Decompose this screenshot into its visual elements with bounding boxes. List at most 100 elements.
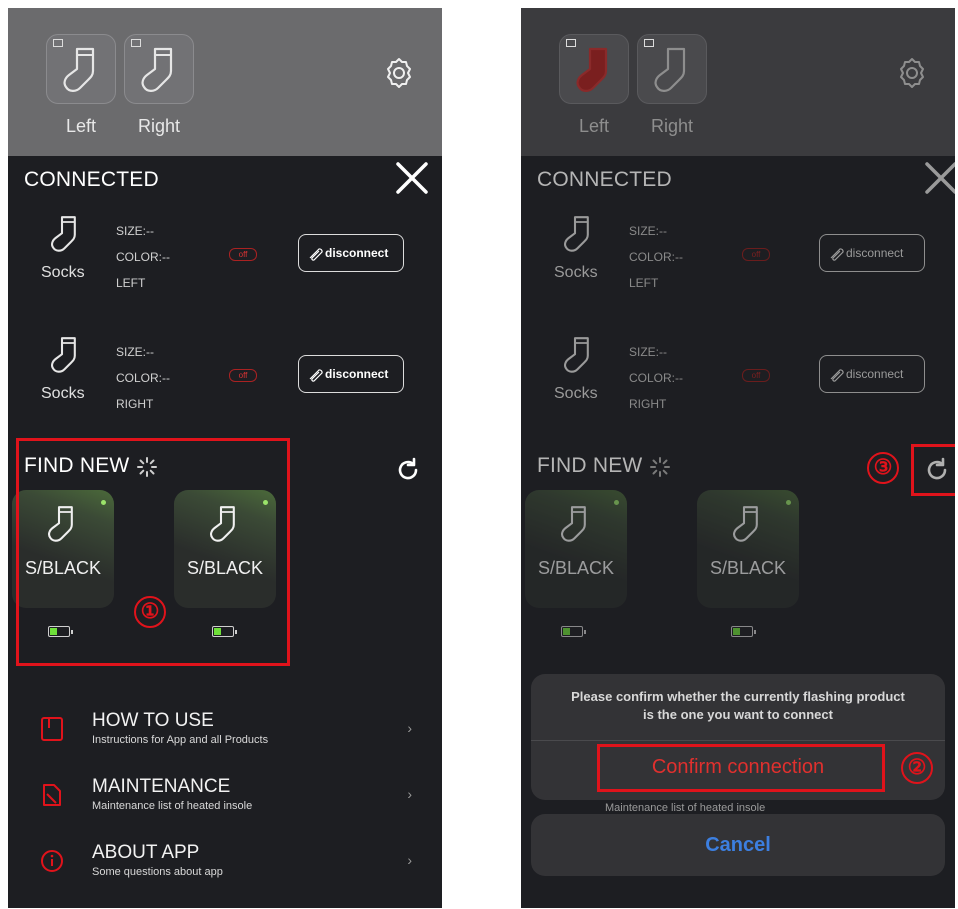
connected-device-row: Socks SIZE:-- COLOR:-- RIGHT off disconn… [8, 335, 442, 435]
menu-subtitle: Some questions about app [92, 866, 223, 878]
annotation-step-2: ② [901, 752, 933, 784]
disconnect-label: disconnect [325, 367, 389, 381]
menu-title: ABOUT APP [92, 842, 200, 863]
sock-icon [564, 337, 589, 373]
disconnect-button[interactable]: disconnect [819, 355, 925, 393]
book-icon [41, 717, 63, 741]
info-icon [41, 850, 63, 872]
device-label-left: Left [578, 116, 610, 136]
device-tile-left[interactable] [559, 34, 629, 104]
sock-icon [141, 47, 173, 92]
menu-subtitle: Maintenance list of heated insole [92, 800, 253, 812]
sock-icon [576, 47, 608, 92]
wrench-icon [43, 784, 61, 806]
divider [531, 740, 945, 741]
device-bar: Left Right [8, 8, 442, 156]
menu-subtitle: Instructions for App and all Products [92, 734, 269, 746]
side-value: RIGHT [629, 397, 667, 411]
disconnect-label: disconnect [846, 367, 904, 381]
device-tile-right[interactable] [637, 34, 707, 104]
sock-icon [51, 216, 76, 252]
device-type-label: Socks [554, 385, 598, 402]
battery-icon [731, 626, 756, 637]
menu-item-about-app[interactable]: ABOUT APP Some questions about app › [8, 842, 442, 902]
disconnect-label: disconnect [325, 246, 389, 260]
found-product-card[interactable]: S/BLACK [697, 490, 799, 608]
product-name: S/BLACK [709, 558, 787, 578]
device-bar: Left Right [521, 8, 955, 156]
size-value: SIZE:-- [629, 345, 667, 359]
color-value: COLOR:-- [629, 371, 683, 385]
dialog-message-line-1: Please confirm whether the currently fla… [571, 689, 905, 704]
close-icon[interactable] [392, 158, 432, 198]
side-value: LEFT [116, 276, 146, 290]
connected-device-row: Socks SIZE:-- COLOR:-- LEFT off disconne… [8, 214, 442, 314]
cancel-button[interactable]: Cancel [531, 814, 945, 876]
battery-level [563, 628, 570, 635]
device-tile-left[interactable] [46, 34, 116, 104]
color-value: COLOR:-- [629, 250, 683, 264]
menu-title: HOW TO USE [92, 710, 214, 731]
chevron-right-icon: › [407, 852, 412, 868]
menu-item-maintenance[interactable]: MAINTENANCE Maintenance list of heated i… [8, 776, 442, 836]
color-value: COLOR:-- [116, 250, 170, 264]
device-type-label: Socks [41, 385, 85, 402]
annotation-box-find-new [16, 438, 290, 666]
menu-item-how-to-use[interactable]: HOW TO USE Instructions for App and all … [8, 710, 442, 770]
off-toggle[interactable]: off [229, 248, 257, 261]
off-toggle[interactable]: off [229, 369, 257, 382]
connected-title: CONNECTED [537, 168, 672, 191]
size-value: SIZE:-- [629, 224, 667, 238]
sock-icon [63, 47, 95, 92]
find-new-title: FIND NEW [537, 454, 643, 477]
off-toggle[interactable]: off [742, 369, 770, 382]
disconnect-button[interactable]: disconnect [819, 234, 925, 272]
device-type-label: Socks [41, 264, 85, 281]
chevron-right-icon: › [407, 786, 412, 802]
refresh-icon[interactable] [394, 456, 422, 484]
status-dot [786, 500, 791, 505]
menu-title: MAINTENANCE [92, 776, 231, 797]
device-label-left: Left [65, 116, 97, 136]
gear-icon[interactable] [382, 56, 416, 90]
disconnect-button[interactable]: disconnect [298, 355, 404, 393]
device-label-right: Right [650, 116, 694, 136]
annotation-box-confirm [597, 744, 885, 792]
link-icon [830, 248, 844, 261]
dialog-message-line-2: is the one you want to connect [643, 707, 833, 722]
device-type-label: Socks [554, 264, 598, 281]
sock-icon [564, 216, 589, 252]
link-icon [830, 369, 844, 382]
color-value: COLOR:-- [116, 371, 170, 385]
side-value: RIGHT [116, 397, 154, 411]
disconnect-button[interactable]: disconnect [298, 234, 404, 272]
disconnect-label: disconnect [846, 246, 904, 260]
annotation-step-1: ① [134, 596, 166, 628]
loading-spinner-icon [650, 457, 670, 477]
connected-device-row: Socks SIZE:-- COLOR:-- LEFT off disconne… [521, 214, 955, 314]
size-value: SIZE:-- [116, 345, 154, 359]
off-toggle[interactable]: off [742, 248, 770, 261]
dialog-message: Please confirm whether the currently fla… [531, 688, 945, 724]
annotation-box-refresh [911, 444, 955, 496]
close-icon[interactable] [921, 158, 955, 198]
link-icon [309, 369, 323, 382]
sock-icon [654, 47, 686, 92]
size-value: SIZE:-- [116, 224, 154, 238]
chevron-right-icon: › [407, 720, 412, 736]
sock-icon [561, 506, 586, 542]
found-product-card[interactable]: S/BLACK [525, 490, 627, 608]
phone-screen-right: Left Right CONNECTED Socks SIZE:-- COLOR… [521, 8, 955, 908]
connected-device-row: Socks SIZE:-- COLOR:-- RIGHT off disconn… [521, 335, 955, 435]
sock-icon [51, 337, 76, 373]
status-dot [614, 500, 619, 505]
device-tile-right[interactable] [124, 34, 194, 104]
battery-level [733, 628, 740, 635]
menu-subtitle-behind-dialog: Maintenance list of heated insole [605, 802, 766, 814]
link-icon [309, 248, 323, 261]
battery-icon [561, 626, 586, 637]
product-name: S/BLACK [537, 558, 615, 578]
sock-icon [733, 506, 758, 542]
side-value: LEFT [629, 276, 659, 290]
gear-icon[interactable] [895, 56, 929, 90]
